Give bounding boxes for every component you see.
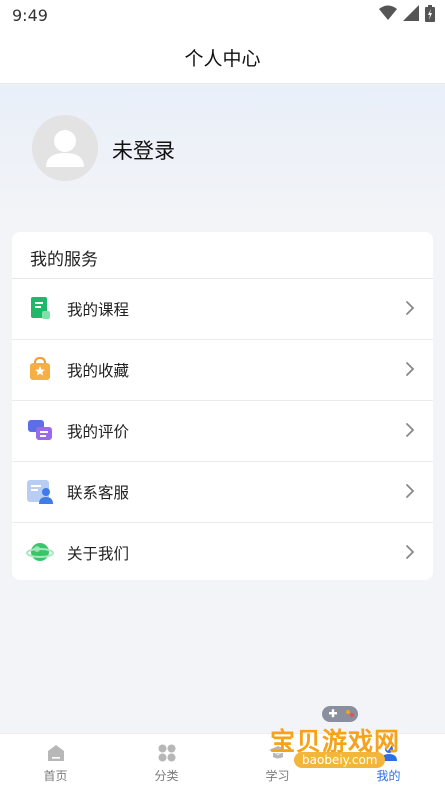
- login-status[interactable]: 未登录: [112, 135, 175, 165]
- category-icon: [157, 743, 177, 763]
- menu-item-label: 我的评价: [67, 423, 130, 441]
- battery-icon: [425, 4, 435, 26]
- chevron-right-icon: [405, 544, 415, 560]
- page-title: 个人中心: [184, 48, 261, 70]
- profile-area: 未登录: [0, 85, 445, 225]
- signal-icon: [403, 5, 419, 25]
- watermark-url: baobeiy.com: [294, 752, 386, 768]
- tab-label: 分类: [154, 769, 179, 783]
- menu-item-label: 联系客服: [67, 484, 130, 502]
- chevron-right-icon: [405, 300, 415, 316]
- chevron-right-icon: [405, 422, 415, 438]
- chevron-right-icon: [405, 483, 415, 499]
- comment-bubbles-icon: [26, 416, 54, 444]
- chevron-right-icon: [405, 361, 415, 377]
- status-time: 9:49: [12, 6, 48, 25]
- services-title: 我的服务: [30, 250, 98, 270]
- wifi-icon: [379, 5, 397, 25]
- menu-item-label: 我的课程: [67, 301, 130, 319]
- menu-item-about-us[interactable]: 关于我们: [12, 523, 433, 583]
- status-icons: [379, 4, 435, 26]
- favorites-bag-icon: [26, 355, 54, 383]
- tab-label: 首页: [43, 769, 68, 783]
- menu-item-my-reviews[interactable]: 我的评价: [12, 401, 433, 461]
- status-bar: 9:49: [0, 0, 445, 32]
- customer-service-icon: [26, 477, 54, 505]
- menu-item-my-courses[interactable]: 我的课程: [12, 279, 433, 339]
- menu-item-contact-service[interactable]: 联系客服: [12, 462, 433, 522]
- planet-icon: [26, 538, 54, 566]
- menu-item-label: 我的收藏: [67, 362, 130, 380]
- home-icon: [46, 743, 66, 763]
- menu-item-label: 关于我们: [67, 545, 130, 563]
- header: 个人中心: [0, 32, 445, 84]
- tab-home[interactable]: 首页: [0, 734, 111, 791]
- user-placeholder-icon: [32, 115, 98, 181]
- book-icon: [26, 294, 54, 322]
- tab-category[interactable]: 分类: [111, 734, 222, 791]
- avatar[interactable]: [32, 115, 98, 181]
- watermark: 宝贝游戏网 baobeiy.com: [262, 700, 422, 782]
- menu-item-my-favorites[interactable]: 我的收藏: [12, 340, 433, 400]
- services-card: 我的服务 我的课程 我的收藏 我的评价 联系客服 关于我们: [12, 232, 433, 580]
